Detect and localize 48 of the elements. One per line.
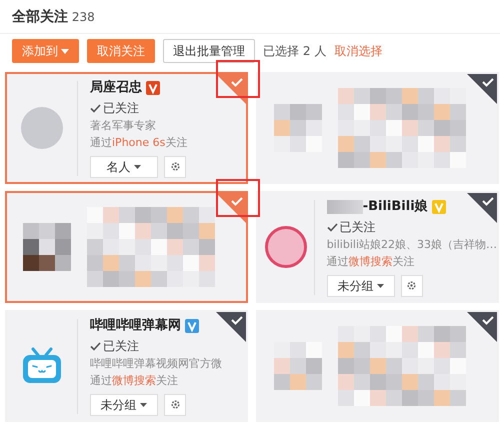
avatar-placeholder — [21, 107, 63, 149]
pixelated-avatar — [23, 223, 71, 271]
settings-button[interactable] — [400, 274, 423, 297]
follow-source-text: 通过微博搜索关注 — [326, 254, 416, 270]
user-name[interactable]: 哔哩哔哩弹幕网 — [90, 318, 181, 334]
caret-icon — [140, 403, 148, 408]
settings-icon — [170, 161, 180, 172]
settings-icon — [170, 399, 180, 410]
pixelated-avatar — [274, 104, 322, 152]
user-description: 著名军事专家 — [90, 118, 157, 134]
user-card[interactable]: 局座召忠 已关注 著名军事专家 通过iPhone 6s关注 名人 — [5, 72, 248, 184]
check-icon — [90, 342, 101, 351]
exit-batch-button[interactable]: 退出批量管理 — [163, 39, 255, 63]
selection-check-icon[interactable] — [216, 193, 246, 223]
follow-status: 已关注 — [103, 338, 139, 353]
pixelated-avatar — [274, 342, 322, 390]
selection-check-icon[interactable] — [467, 193, 497, 223]
user-card[interactable]: 哔哩哔哩弹幕网 已关注 哔哩哔哩弹幕视频网官方微 通过微博搜索关注 未分组 — [5, 310, 248, 422]
selection-check-icon[interactable] — [467, 312, 497, 342]
caret-icon — [134, 165, 142, 170]
follow-count: 238 — [72, 10, 95, 24]
check-icon — [326, 222, 338, 232]
user-name[interactable]: -BiliBili娘 — [362, 199, 428, 214]
page-title: 全部关注 — [12, 9, 68, 25]
settings-icon — [406, 280, 418, 292]
user-card[interactable]: -BiliBili娘 已关注 bilibili站娘22娘、33娘（吉祥物… 通过微博搜索关注 未分组 — [256, 191, 499, 303]
user-name[interactable]: 局座召忠 — [90, 80, 142, 96]
follow-source-text: 通过iPhone 6s关注 — [90, 135, 188, 152]
caret-icon — [61, 49, 69, 54]
check-icon — [90, 104, 101, 113]
group-dropdown[interactable]: 名人 — [90, 156, 158, 178]
settings-button[interactable] — [164, 156, 186, 178]
group-dropdown[interactable]: 未分组 — [90, 394, 158, 416]
user-description: 哔哩哔哩弹幕视频网官方微 — [90, 356, 222, 372]
settings-button[interactable] — [164, 394, 186, 416]
follow-source-text: 通过微博搜索关注 — [90, 373, 179, 390]
selection-check-icon[interactable] — [216, 312, 246, 342]
selection-count: 已选择 2 人 — [263, 43, 326, 60]
user-card[interactable] — [5, 191, 248, 303]
group-dropdown[interactable]: 未分组 — [326, 274, 395, 297]
user-description: bilibili站娘22娘、33娘（吉祥物… — [326, 236, 497, 253]
selection-check-icon[interactable] — [467, 74, 497, 104]
avatar-placeholder — [264, 226, 307, 268]
follow-status: 已关注 — [340, 220, 376, 234]
follow-status: 已关注 — [103, 100, 139, 115]
tv-logo-icon — [20, 346, 64, 386]
caret-icon — [377, 284, 384, 288]
selection-check-icon[interactable] — [216, 74, 246, 104]
